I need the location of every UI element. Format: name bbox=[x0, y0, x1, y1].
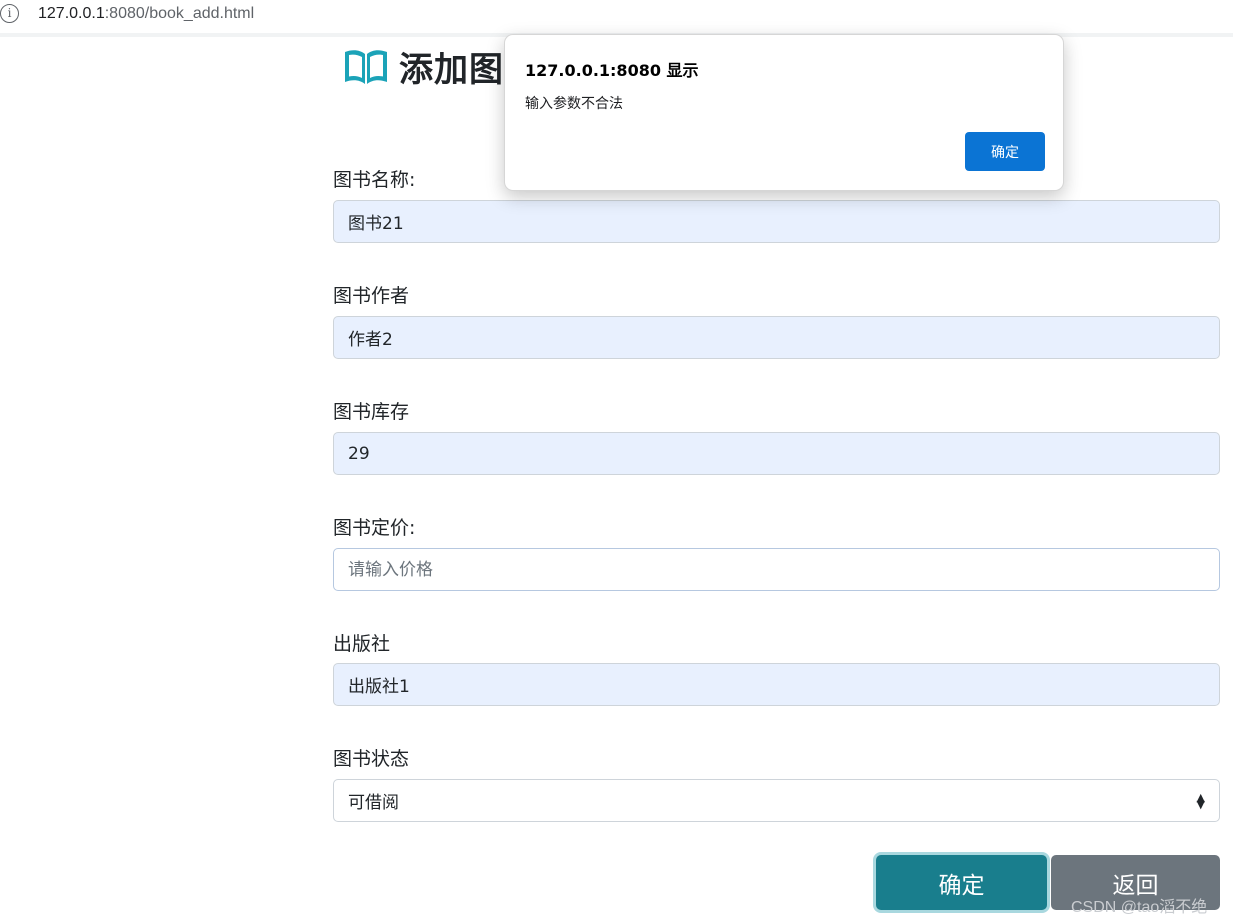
alert-dialog: 127.0.0.1:8080 显示 输入参数不合法 确定 bbox=[504, 34, 1064, 191]
book-author-label: 图书作者 bbox=[333, 285, 410, 307]
book-icon bbox=[343, 46, 389, 86]
book-price-input[interactable] bbox=[333, 548, 1220, 591]
dialog-message: 输入参数不合法 bbox=[525, 96, 623, 112]
select-updown-icon: ▲ ▼ bbox=[1196, 790, 1205, 811]
address-bar[interactable]: i 127.0.0.1:8080/book_add.html bbox=[0, 0, 1233, 32]
book-author-input[interactable] bbox=[333, 316, 1220, 359]
publisher-label: 出版社 bbox=[333, 633, 391, 655]
book-status-select[interactable]: 可借阅 ▲ ▼ bbox=[333, 779, 1220, 822]
book-status-label: 图书状态 bbox=[333, 748, 410, 770]
book-name-input[interactable] bbox=[333, 200, 1220, 243]
page-title-text: 添加图 bbox=[399, 49, 504, 90]
confirm-button[interactable]: 确定 bbox=[876, 855, 1047, 910]
book-name-label: 图书名称: bbox=[333, 169, 416, 191]
book-stock-label: 图书库存 bbox=[333, 401, 410, 423]
page-title: 添加图 bbox=[343, 44, 504, 90]
dialog-ok-button[interactable]: 确定 bbox=[965, 132, 1045, 171]
dialog-title: 127.0.0.1:8080 显示 bbox=[525, 61, 699, 80]
url-text[interactable]: 127.0.0.1:8080/book_add.html bbox=[38, 5, 254, 23]
book-price-label: 图书定价: bbox=[333, 517, 416, 539]
info-icon[interactable]: i bbox=[0, 4, 19, 23]
watermark: CSDN @tao滔不绝 bbox=[1071, 899, 1208, 916]
book-stock-input[interactable] bbox=[333, 432, 1220, 475]
book-status-value: 可借阅 bbox=[348, 793, 399, 813]
publisher-input[interactable] bbox=[333, 663, 1220, 706]
